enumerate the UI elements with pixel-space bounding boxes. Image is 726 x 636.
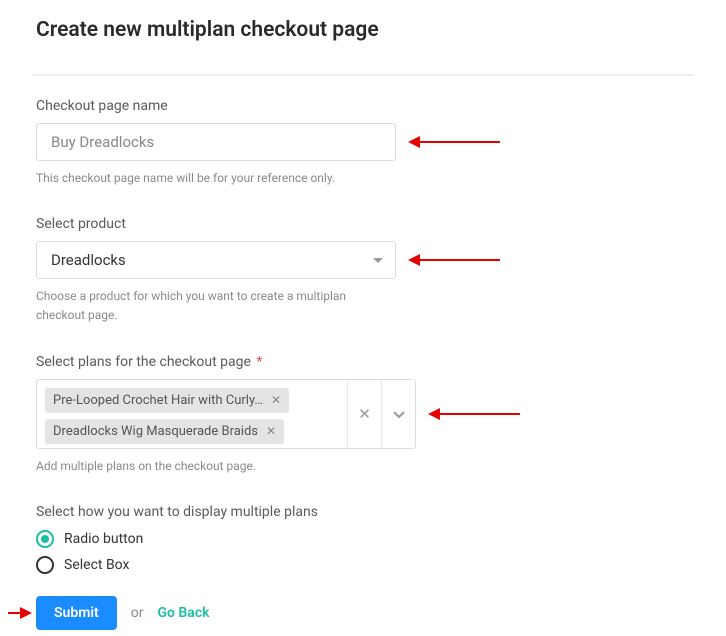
action-row: Submit or Go Back	[36, 596, 690, 630]
pointer-arrow-icon	[410, 259, 500, 261]
plan-chip: Dreadlocks Wig Masquerade Braids ✕	[45, 419, 284, 444]
divider	[32, 74, 694, 76]
plans-help: Add multiple plans on the checkout page.	[36, 457, 396, 476]
product-selected-value: Dreadlocks	[51, 251, 126, 269]
field-select-product: Select product Dreadlocks Choose a produ…	[36, 216, 690, 325]
product-label: Select product	[36, 216, 690, 232]
required-mark: *	[256, 354, 262, 370]
dropdown-open-icon[interactable]	[381, 380, 415, 448]
plans-label: Select plans for the checkout page *	[36, 354, 690, 370]
radio-icon	[36, 556, 54, 574]
radio-label: Radio button	[64, 531, 143, 547]
caret-down-icon	[373, 258, 383, 263]
field-display-mode: Select how you want to display multiple …	[36, 504, 690, 574]
radio-icon	[36, 530, 54, 548]
pointer-arrow-icon	[8, 612, 30, 614]
or-text: or	[131, 605, 144, 621]
product-select[interactable]: Dreadlocks	[36, 241, 396, 279]
plan-chip-text: Pre-Looped Crochet Hair with Curly…	[53, 393, 263, 408]
checkout-name-help: This checkout page name will be for your…	[36, 169, 396, 188]
chip-remove-icon[interactable]: ✕	[271, 393, 281, 407]
plans-multiselect[interactable]: Pre-Looped Crochet Hair with Curly… ✕ Dr…	[36, 379, 416, 449]
radio-label: Select Box	[64, 557, 129, 573]
plan-chip: Pre-Looped Crochet Hair with Curly… ✕	[45, 388, 289, 413]
radio-option-select-box[interactable]: Select Box	[36, 556, 690, 574]
chip-area: Pre-Looped Crochet Hair with Curly… ✕ Dr…	[37, 380, 347, 448]
go-back-link[interactable]: Go Back	[157, 605, 209, 621]
checkout-name-label: Checkout page name	[36, 98, 690, 114]
product-help: Choose a product for which you want to c…	[36, 287, 396, 325]
plan-chip-text: Dreadlocks Wig Masquerade Braids	[53, 424, 258, 439]
chip-remove-icon[interactable]: ✕	[266, 424, 276, 438]
field-checkout-name: Checkout page name This checkout page na…	[36, 98, 690, 188]
plans-label-text: Select plans for the checkout page	[36, 354, 251, 370]
pointer-arrow-icon	[430, 413, 520, 415]
checkout-name-input[interactable]	[36, 123, 396, 161]
page-title: Create new multiplan checkout page	[36, 18, 690, 56]
pointer-arrow-icon	[410, 141, 500, 143]
display-label: Select how you want to display multiple …	[36, 504, 690, 520]
chevron-down-icon	[393, 408, 405, 420]
field-select-plans: Select plans for the checkout page * Pre…	[36, 354, 690, 476]
radio-option-radio-button[interactable]: Radio button	[36, 530, 690, 548]
radio-group: Radio button Select Box	[36, 530, 690, 574]
submit-button[interactable]: Submit	[36, 596, 117, 630]
clear-all-icon[interactable]: ✕	[347, 380, 381, 448]
